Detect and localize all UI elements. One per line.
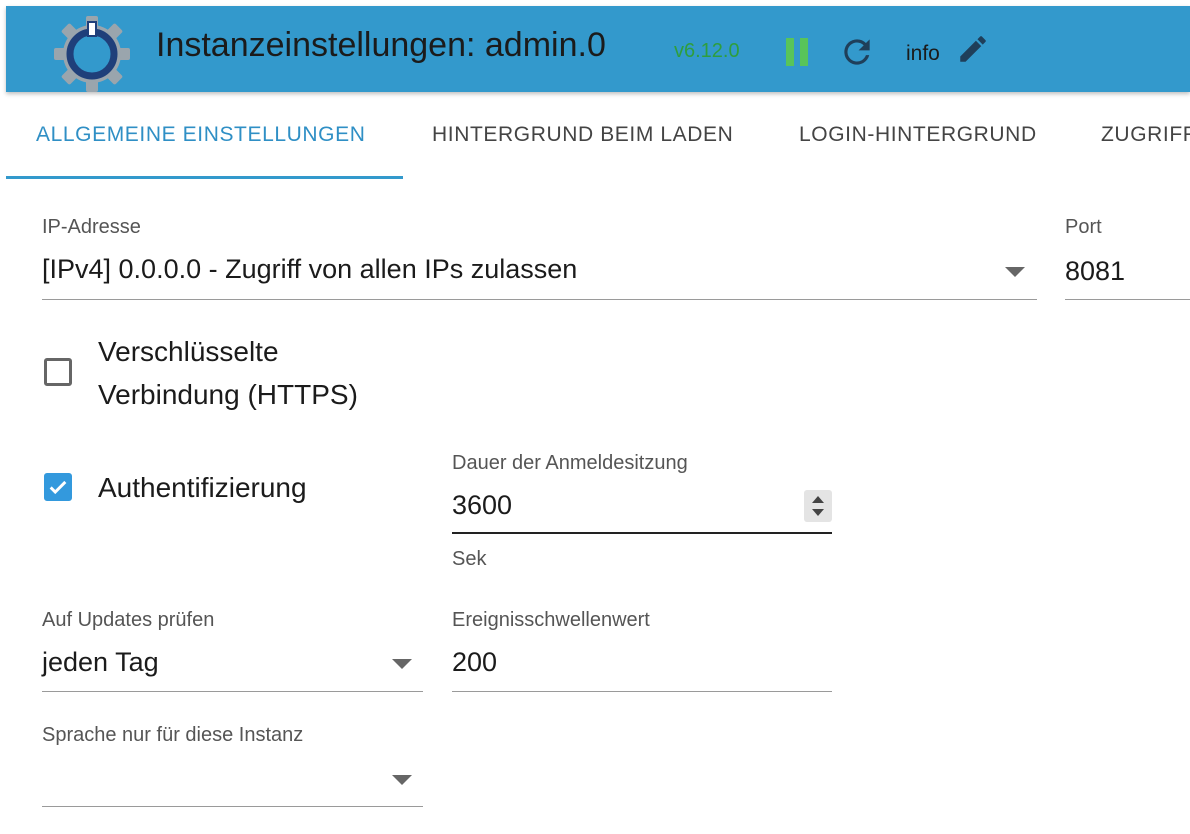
port-underline bbox=[1065, 299, 1190, 300]
language-underline bbox=[42, 806, 423, 807]
authentication-checkbox[interactable] bbox=[44, 473, 72, 501]
info-link[interactable]: info bbox=[906, 42, 940, 66]
active-tab-indicator bbox=[6, 176, 403, 179]
https-checkbox-label: Verschlüsselte Verbindung (HTTPS) bbox=[98, 336, 358, 410]
event-threshold-underline bbox=[452, 691, 832, 692]
app-header: Instanzeinstellungen: admin.0 v6.12.0 in… bbox=[6, 6, 1190, 92]
session-duration-unit: Sek bbox=[452, 548, 487, 570]
session-duration-input[interactable]: 3600 bbox=[452, 490, 512, 521]
checkmark-icon bbox=[49, 480, 67, 495]
ip-address-underline bbox=[42, 299, 1037, 300]
language-label: Sprache nur für diese Instanz bbox=[42, 724, 304, 746]
pause-icon[interactable] bbox=[784, 38, 808, 66]
session-duration-underline bbox=[452, 532, 832, 534]
page-title: Instanzeinstellungen: admin.0 bbox=[156, 26, 606, 64]
tab-allgemeine-einstellungen[interactable]: ALLGEMEINE EINSTELLUNGEN bbox=[36, 93, 366, 177]
tab-hintergrund-beim-laden[interactable]: HINTERGRUND BEIM LADEN bbox=[432, 93, 733, 177]
language-dropdown-icon[interactable] bbox=[392, 775, 412, 785]
ip-address-dropdown-icon[interactable] bbox=[1005, 267, 1025, 277]
number-stepper[interactable] bbox=[804, 490, 832, 522]
reload-icon[interactable] bbox=[838, 33, 876, 71]
ip-address-label: IP-Adresse bbox=[42, 216, 141, 238]
update-check-dropdown-icon[interactable] bbox=[392, 659, 412, 669]
ip-address-select[interactable]: [IPv4] 0.0.0.0 - Zugriff von allen IPs z… bbox=[42, 254, 577, 285]
update-check-label: Auf Updates prüfen bbox=[42, 609, 215, 631]
update-check-select[interactable]: jeden Tag bbox=[42, 647, 159, 678]
gear-logo-icon bbox=[54, 16, 130, 92]
tab-bar: ALLGEMEINE EINSTELLUNGEN HINTERGRUND BEI… bbox=[6, 93, 1190, 179]
tab-zugriff[interactable]: ZUGRIFF bbox=[1101, 93, 1190, 177]
session-duration-label: Dauer der Anmeldesitzung bbox=[452, 452, 688, 474]
stepper-arrows-icon[interactable] bbox=[804, 490, 832, 522]
port-input[interactable]: 8081 bbox=[1065, 256, 1125, 287]
tab-login-hintergrund[interactable]: LOGIN-HINTERGRUND bbox=[799, 93, 1037, 177]
port-label: Port bbox=[1065, 216, 1102, 238]
update-check-underline bbox=[42, 691, 423, 692]
event-threshold-label: Ereignisschwellenwert bbox=[452, 609, 650, 631]
version-label: v6.12.0 bbox=[674, 40, 740, 62]
edit-icon[interactable] bbox=[956, 32, 990, 66]
https-checkbox[interactable] bbox=[44, 358, 72, 386]
authentication-label: Authentifizierung bbox=[98, 472, 307, 503]
event-threshold-input[interactable]: 200 bbox=[452, 647, 497, 678]
